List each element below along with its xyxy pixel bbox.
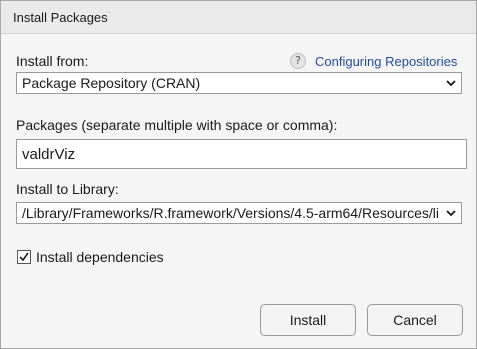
install-dependencies-label[interactable]: Install dependencies — [36, 249, 164, 265]
packages-input[interactable] — [22, 145, 452, 163]
install-to-library-value: /Library/Frameworks/R.framework/Versions… — [22, 205, 439, 221]
install-from-value: Package Repository (CRAN) — [22, 75, 201, 91]
packages-label: Packages (separate multiple with space o… — [16, 117, 338, 133]
install-to-library-select[interactable]: /Library/Frameworks/R.framework/Versions… — [16, 202, 462, 224]
cancel-button[interactable]: Cancel — [367, 304, 463, 336]
install-button[interactable]: Install — [260, 304, 356, 336]
install-to-library-label: Install to Library: — [16, 181, 119, 197]
install-from-label: Install from: — [16, 53, 89, 69]
title-bar: Install Packages — [1, 1, 476, 34]
install-dependencies-checkbox[interactable] — [17, 250, 31, 264]
configuring-repositories-link[interactable]: Configuring Repositories — [315, 54, 457, 69]
chevron-down-icon — [446, 210, 456, 217]
chevron-down-icon — [446, 80, 456, 87]
dialog-title: Install Packages — [13, 10, 108, 25]
install-packages-dialog: Install Packages Install from: ? Configu… — [0, 0, 477, 349]
question-icon[interactable]: ? — [290, 53, 306, 69]
packages-field[interactable] — [16, 139, 467, 169]
checkmark-icon — [19, 252, 29, 262]
install-from-select[interactable]: Package Repository (CRAN) — [16, 72, 462, 94]
